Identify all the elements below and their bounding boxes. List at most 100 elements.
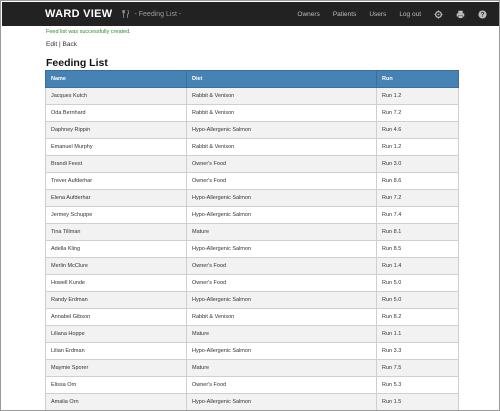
cell-name: Randy Erdman	[45, 291, 187, 309]
cell-diet: Owner's Food	[186, 257, 377, 275]
table-row[interactable]: Elena Aufderhar Hypo-Allergenic Salmon Run…	[45, 189, 459, 207]
cell-name: Adella Kling	[45, 240, 187, 258]
cell-run: Run 3.0	[376, 155, 459, 173]
cell-name: Amalia Orn	[45, 393, 187, 410]
cell-diet: Owner's Food	[186, 155, 377, 173]
table-row[interactable]: Howell Kunde Owner's Food Run 5.0	[45, 274, 459, 292]
cell-name: Jermey Schuppe	[45, 206, 187, 224]
nav-link-patients[interactable]: Patients	[333, 11, 357, 18]
cell-run: Run 8.1	[376, 223, 459, 241]
table-row[interactable]: Oda Bernhard Rabbit & Venison Run 7.2	[45, 104, 459, 122]
cell-name: Elissa Orn	[45, 376, 187, 394]
cell-diet: Mature	[186, 359, 377, 377]
page-frame: WARD VIEW - Feeding List - Owners Patien…	[0, 0, 500, 411]
column-header-run[interactable]: Run	[376, 70, 459, 88]
cell-run: Run 1.5	[376, 393, 459, 410]
cell-run: Run 5.3	[376, 376, 459, 394]
cell-diet: Hypo-Allergenic Salmon	[186, 393, 377, 410]
table-row[interactable]: Lilian Erdman Hypo-Allergenic Salmon Run 3…	[45, 342, 459, 360]
cell-name: Merlin McClure	[45, 257, 187, 275]
page-actions: Edit | Back	[46, 41, 77, 48]
cell-diet: Mature	[186, 223, 377, 241]
cell-diet: Rabbit & Venison	[186, 104, 377, 122]
nav-right: Owners Patients Users Log out ?	[297, 2, 499, 26]
cell-name: Lilian Erdman	[45, 342, 187, 360]
cell-run: Run 8.2	[376, 308, 459, 326]
table-header-row: Name Diet Run	[45, 70, 459, 88]
cutlery-icon	[122, 10, 130, 18]
table-row[interactable]: Jacques Kutch Rabbit & Venison Run 1.2	[45, 87, 459, 105]
table-row[interactable]: Brandi Feest Owner's Food Run 3.0	[45, 155, 459, 173]
cell-diet: Owner's Food	[186, 376, 377, 394]
settings-icon[interactable]	[434, 9, 443, 19]
table-row[interactable]: Tina Tillman Mature Run 8.1	[45, 223, 459, 241]
cell-diet: Owner's Food	[186, 274, 377, 292]
table-row[interactable]: Emanuel Murphy Rabbit & Venison Run 1.2	[45, 138, 459, 156]
table-row[interactable]: Merlin McClure Owner's Food Run 1.4	[45, 257, 459, 275]
breadcrumb-label: - Feeding List -	[134, 10, 182, 18]
edit-link[interactable]: Edit	[46, 41, 57, 48]
cell-run: Run 5.0	[376, 274, 459, 292]
table-row[interactable]: Jermey Schuppe Hypo-Allergenic Salmon Run …	[45, 206, 459, 224]
cell-diet: Mature	[186, 325, 377, 343]
cell-run: Run 5.0	[376, 291, 459, 309]
feeding-table: Name Diet Run Jacques Kutch Rabbit & Veni…	[45, 70, 459, 410]
cell-diet: Rabbit & Venison	[186, 87, 377, 105]
cell-name: Jacques Kutch	[45, 87, 187, 105]
cell-name: Trever Aufderhar	[45, 172, 187, 190]
table-row[interactable]: Amalia Orn Hypo-Allergenic Salmon Run 1.5	[45, 393, 459, 410]
cell-run: Run 4.6	[376, 121, 459, 139]
column-header-diet[interactable]: Diet	[186, 70, 377, 88]
brand-logo[interactable]: WARD VIEW	[45, 8, 112, 20]
cell-run: Run 7.2	[376, 189, 459, 207]
cell-name: Emanuel Murphy	[45, 138, 187, 156]
table-row[interactable]: Daphney Rippin Hypo-Allergenic Salmon Run …	[45, 121, 459, 139]
cell-name: Howell Kunde	[45, 274, 187, 292]
flash-message: Feed list was successfully created.	[46, 29, 131, 35]
page-title: Feeding List	[46, 57, 108, 69]
cell-diet: Hypo-Allergenic Salmon	[186, 189, 377, 207]
cell-run: Run 3.3	[376, 342, 459, 360]
table-row[interactable]: Trever Aufderhar Owner's Food Run 8.6	[45, 172, 459, 190]
cell-name: Tina Tillman	[45, 223, 187, 241]
cell-run: Run 8.6	[376, 172, 459, 190]
svg-text:?: ?	[481, 11, 485, 18]
nav-link-users[interactable]: Users	[369, 11, 386, 18]
column-header-name[interactable]: Name	[45, 70, 187, 88]
table-row[interactable]: Adella Kling Hypo-Allergenic Salmon Run 8.…	[45, 240, 459, 258]
cell-diet: Owner's Food	[186, 172, 377, 190]
print-icon[interactable]	[456, 10, 465, 19]
cell-diet: Hypo-Allergenic Salmon	[186, 342, 377, 360]
help-icon[interactable]: ?	[478, 9, 487, 19]
cell-run: Run 1.4	[376, 257, 459, 275]
cell-name: Daphney Rippin	[45, 121, 187, 139]
table-row[interactable]: Annabel Gibson Rabbit & Venison Run 8.2	[45, 308, 459, 326]
nav-link-owners[interactable]: Owners	[297, 11, 319, 18]
cell-diet: Hypo-Allergenic Salmon	[186, 206, 377, 224]
back-link[interactable]: Back	[63, 41, 77, 48]
cell-run: Run 8.5	[376, 240, 459, 258]
cell-diet: Hypo-Allergenic Salmon	[186, 240, 377, 258]
cell-diet: Hypo-Allergenic Salmon	[186, 121, 377, 139]
nav-link-logout[interactable]: Log out	[399, 11, 421, 18]
table-row[interactable]: Maymie Sporer Mature Run 7.5	[45, 359, 459, 377]
cell-name: Annabel Gibson	[45, 308, 187, 326]
cell-diet: Rabbit & Venison	[186, 308, 377, 326]
cell-run: Run 1.1	[376, 325, 459, 343]
table-row[interactable]: Elissa Orn Owner's Food Run 5.3	[45, 376, 459, 394]
breadcrumb: - Feeding List -	[122, 10, 181, 18]
cell-run: Run 7.5	[376, 359, 459, 377]
table-body: Jacques Kutch Rabbit & Venison Run 1.2 Oda …	[45, 87, 459, 410]
table-row[interactable]: Liliana Hoppe Mature Run 1.1	[45, 325, 459, 343]
cell-diet: Hypo-Allergenic Salmon	[186, 291, 377, 309]
action-separator: |	[59, 41, 61, 48]
table-row[interactable]: Randy Erdman Hypo-Allergenic Salmon Run 5.…	[45, 291, 459, 309]
cell-run: Run 1.2	[376, 87, 459, 105]
cell-diet: Rabbit & Venison	[186, 138, 377, 156]
cell-name: Elena Aufderhar	[45, 189, 187, 207]
cell-name: Liliana Hoppe	[45, 325, 187, 343]
cell-run: Run 7.4	[376, 206, 459, 224]
cell-run: Run 7.2	[376, 104, 459, 122]
cell-name: Brandi Feest	[45, 155, 187, 173]
navbar: WARD VIEW - Feeding List - Owners Patien…	[2, 2, 499, 26]
